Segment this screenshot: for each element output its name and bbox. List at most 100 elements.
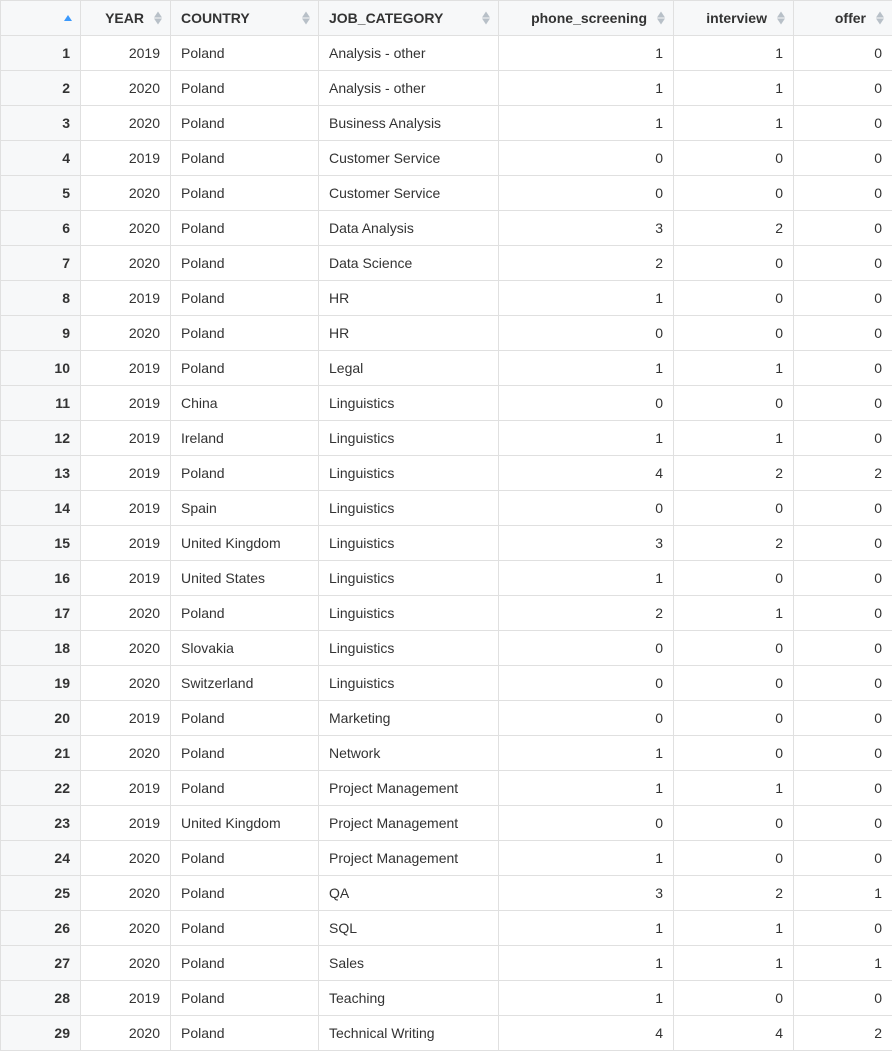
cell-index: 27 (1, 946, 81, 981)
col-header-job-category[interactable]: JOB_CATEGORY (319, 1, 499, 36)
cell-country: Poland (171, 841, 319, 876)
cell-country: Poland (171, 141, 319, 176)
cell-offer: 0 (794, 771, 892, 806)
cell-job-category: Linguistics (319, 421, 499, 456)
sort-icon[interactable] (482, 12, 490, 25)
sort-icon[interactable] (777, 12, 785, 25)
cell-job-category: Linguistics (319, 596, 499, 631)
table-row: 32020PolandBusiness Analysis110 (1, 106, 892, 141)
col-header-phone-screening[interactable]: phone_screening (499, 1, 674, 36)
cell-year: 2019 (81, 806, 171, 841)
cell-phone-screening: 0 (499, 386, 674, 421)
table-row: 182020SlovakiaLinguistics000 (1, 631, 892, 666)
cell-phone-screening: 1 (499, 71, 674, 106)
cell-interview: 0 (674, 316, 794, 351)
cell-country: Poland (171, 36, 319, 71)
cell-phone-screening: 2 (499, 596, 674, 631)
cell-country: Poland (171, 281, 319, 316)
cell-index: 8 (1, 281, 81, 316)
cell-offer: 0 (794, 526, 892, 561)
table-row: 22020PolandAnalysis - other110 (1, 71, 892, 106)
cell-offer: 0 (794, 71, 892, 106)
table-row: 222019PolandProject Management110 (1, 771, 892, 806)
table-row: 122019IrelandLinguistics110 (1, 421, 892, 456)
sort-icon[interactable] (154, 12, 162, 25)
table-header-row: YEAR COUNTRY JOB_CATEGORY (1, 1, 892, 36)
cell-phone-screening: 3 (499, 211, 674, 246)
cell-offer: 0 (794, 386, 892, 421)
col-header-country[interactable]: COUNTRY (171, 1, 319, 36)
cell-job-category: Linguistics (319, 456, 499, 491)
cell-index: 12 (1, 421, 81, 456)
cell-country: Poland (171, 246, 319, 281)
cell-job-category: HR (319, 281, 499, 316)
cell-offer: 0 (794, 36, 892, 71)
cell-offer: 0 (794, 701, 892, 736)
table-row: 232019United KingdomProject Management00… (1, 806, 892, 841)
table-row: 262020PolandSQL110 (1, 911, 892, 946)
cell-index: 26 (1, 911, 81, 946)
cell-phone-screening: 1 (499, 911, 674, 946)
cell-job-category: Linguistics (319, 526, 499, 561)
cell-year: 2019 (81, 351, 171, 386)
cell-year: 2019 (81, 386, 171, 421)
cell-interview: 0 (674, 666, 794, 701)
cell-year: 2020 (81, 946, 171, 981)
table-row: 292020PolandTechnical Writing442 (1, 1016, 892, 1051)
table-row: 152019United KingdomLinguistics320 (1, 526, 892, 561)
cell-year: 2020 (81, 176, 171, 211)
cell-interview: 1 (674, 596, 794, 631)
cell-index: 2 (1, 71, 81, 106)
sort-icon[interactable] (876, 12, 884, 25)
table-row: 242020PolandProject Management100 (1, 841, 892, 876)
cell-country: Poland (171, 316, 319, 351)
table-row: 42019PolandCustomer Service000 (1, 141, 892, 176)
table-row: 12019PolandAnalysis - other110 (1, 36, 892, 71)
table-row: 192020SwitzerlandLinguistics000 (1, 666, 892, 701)
cell-interview: 1 (674, 911, 794, 946)
cell-year: 2019 (81, 491, 171, 526)
cell-country: United Kingdom (171, 806, 319, 841)
cell-interview: 2 (674, 876, 794, 911)
cell-job-category: SQL (319, 911, 499, 946)
cell-job-category: Linguistics (319, 561, 499, 596)
cell-year: 2020 (81, 1016, 171, 1051)
cell-year: 2020 (81, 106, 171, 141)
cell-year: 2019 (81, 561, 171, 596)
cell-phone-screening: 0 (499, 701, 674, 736)
cell-offer: 0 (794, 666, 892, 701)
cell-year: 2020 (81, 736, 171, 771)
cell-index: 13 (1, 456, 81, 491)
table-body: 12019PolandAnalysis - other11022020Polan… (1, 36, 892, 1051)
cell-interview: 1 (674, 771, 794, 806)
sort-icon[interactable] (302, 12, 310, 25)
col-header-index[interactable] (1, 1, 81, 36)
table-row: 62020PolandData Analysis320 (1, 211, 892, 246)
cell-interview: 1 (674, 71, 794, 106)
cell-offer: 0 (794, 981, 892, 1016)
sort-icon[interactable] (657, 12, 665, 25)
cell-offer: 0 (794, 561, 892, 596)
col-header-interview[interactable]: interview (674, 1, 794, 36)
cell-country: Poland (171, 71, 319, 106)
cell-offer: 0 (794, 911, 892, 946)
cell-year: 2019 (81, 771, 171, 806)
sort-icon[interactable] (64, 15, 72, 21)
cell-interview: 0 (674, 386, 794, 421)
cell-index: 17 (1, 596, 81, 631)
col-header-year[interactable]: YEAR (81, 1, 171, 36)
cell-offer: 0 (794, 736, 892, 771)
cell-interview: 0 (674, 981, 794, 1016)
cell-index: 15 (1, 526, 81, 561)
col-header-offer[interactable]: offer (794, 1, 892, 36)
cell-year: 2019 (81, 36, 171, 71)
cell-interview: 1 (674, 106, 794, 141)
table-row: 272020PolandSales111 (1, 946, 892, 981)
cell-offer: 0 (794, 176, 892, 211)
cell-interview: 2 (674, 211, 794, 246)
cell-country: Poland (171, 876, 319, 911)
cell-phone-screening: 1 (499, 421, 674, 456)
cell-phone-screening: 1 (499, 841, 674, 876)
cell-year: 2019 (81, 421, 171, 456)
cell-offer: 0 (794, 106, 892, 141)
